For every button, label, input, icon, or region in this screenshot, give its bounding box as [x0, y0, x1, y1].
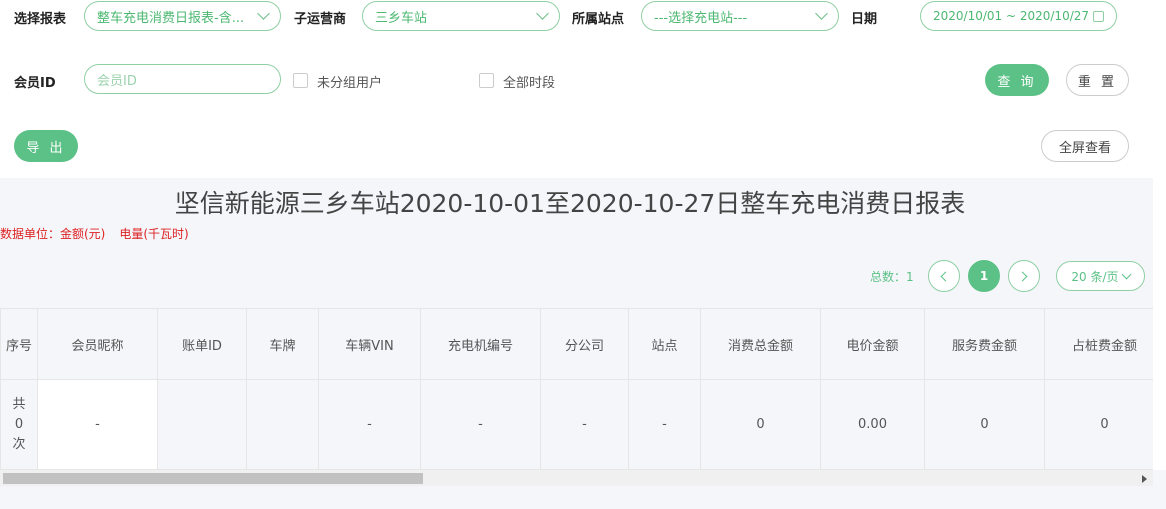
all-time-checkbox[interactable] [479, 73, 494, 88]
unit-amount: 数据单位：金额(元) [0, 227, 106, 241]
ungrouped-user-label: 未分组用户 [317, 76, 383, 91]
report-title: 坚信新能源三乡车站2020-10-01至2020-10-27日整车充电消费日报表 [174, 189, 966, 218]
col-header: 消费总金额 [700, 308, 821, 380]
report-panel: 坚信新能源三乡车站2020-10-01至2020-10-27日整车充电消费日报表… [0, 178, 1166, 509]
col-header: 车辆VIN [318, 308, 421, 380]
col-header: 站点 [628, 308, 701, 380]
table-cell: 0 [1044, 379, 1165, 470]
pagination-total: 总数：1 [870, 270, 914, 284]
chevron-right-icon [1017, 271, 1028, 281]
horizontal-scrollbar-thumb[interactable] [3, 473, 423, 484]
chevron-down-icon [257, 7, 270, 20]
station-select-label: 所属站点 [572, 12, 625, 27]
operator-select-label: 子运营商 [294, 12, 347, 27]
report-table: 序号 会员昵称 账单ID 车牌 车辆VIN 充电机编号 分公司 站点 消费总金额… [0, 308, 1165, 470]
chevron-down-icon [1121, 269, 1132, 279]
operator-select[interactable]: 三乡车站 [362, 1, 560, 31]
prev-page-button[interactable] [928, 260, 960, 292]
query-button[interactable]: 查 询 [985, 64, 1049, 96]
report-select-label: 选择报表 [14, 12, 67, 27]
vertical-gutter [1153, 178, 1166, 470]
export-button[interactable]: 导 出 [14, 130, 78, 162]
col-header: 序号 [0, 308, 38, 380]
report-select-value: 整车充电消费日报表-含... [97, 10, 245, 26]
col-header: 分公司 [540, 308, 629, 380]
member-id-label: 会员ID [14, 76, 56, 91]
member-id-placeholder: 会员ID [97, 73, 137, 89]
chevron-down-icon [536, 7, 549, 20]
report-select[interactable]: 整车充电消费日报表-含... [84, 1, 281, 31]
table-header-row: 序号 会员昵称 账单ID 车牌 车辆VIN 充电机编号 分公司 站点 消费总金额… [0, 308, 1165, 380]
date-label: 日期 [851, 12, 878, 27]
date-range-picker[interactable]: 2020/10/01 ~ 2020/10/27 [920, 1, 1117, 31]
chevron-down-icon [815, 7, 828, 20]
page-button-current[interactable]: 1 [968, 260, 1000, 292]
table-cell [246, 379, 319, 470]
next-page-button[interactable] [1008, 260, 1040, 292]
operator-select-value: 三乡车站 [375, 10, 428, 26]
table-cell: 0 [700, 379, 821, 470]
col-header: 会员昵称 [37, 308, 158, 380]
station-select[interactable]: ---选择充电站--- [641, 1, 839, 31]
col-header: 占桩费金额 [1044, 308, 1165, 380]
station-select-value: ---选择充电站--- [654, 10, 748, 26]
col-header: 充电机编号 [420, 308, 541, 380]
table-cell: - [37, 379, 158, 470]
table-cell: - [420, 379, 541, 470]
table-cell: 0 [924, 379, 1045, 470]
table-cell [157, 379, 247, 470]
col-header: 电价金额 [820, 308, 925, 380]
chevron-left-icon [940, 271, 951, 281]
data-unit-note: 数据单位：金额(元) 电量(千瓦时) [0, 225, 203, 242]
table-row: 共0次 - - - - - 0 0.00 0 0 [0, 379, 1165, 470]
table-cell: - [318, 379, 421, 470]
fullscreen-button[interactable]: 全屏查看 [1041, 130, 1129, 162]
member-id-input[interactable]: 会员ID [84, 64, 281, 94]
page-size-value: 20 条/页 [1071, 269, 1119, 284]
all-time-label: 全部时段 [503, 76, 556, 91]
unit-energy: 电量(千瓦时) [119, 227, 189, 241]
col-header: 服务费金额 [924, 308, 1045, 380]
date-range-value: 2020/10/01 ~ 2020/10/27 [933, 9, 1090, 23]
ungrouped-user-checkbox[interactable] [293, 73, 308, 88]
page-size-select[interactable]: 20 条/页 [1056, 261, 1145, 291]
table-cell: 共0次 [0, 379, 38, 470]
col-header: 车牌 [246, 308, 319, 380]
scroll-right-arrow-icon[interactable] [1142, 475, 1147, 483]
table-cell: - [540, 379, 629, 470]
table-cell: - [628, 379, 701, 470]
calendar-icon [1093, 10, 1104, 22]
col-header: 账单ID [157, 308, 247, 380]
table-cell: 0.00 [820, 379, 925, 470]
reset-button[interactable]: 重 置 [1066, 64, 1129, 96]
